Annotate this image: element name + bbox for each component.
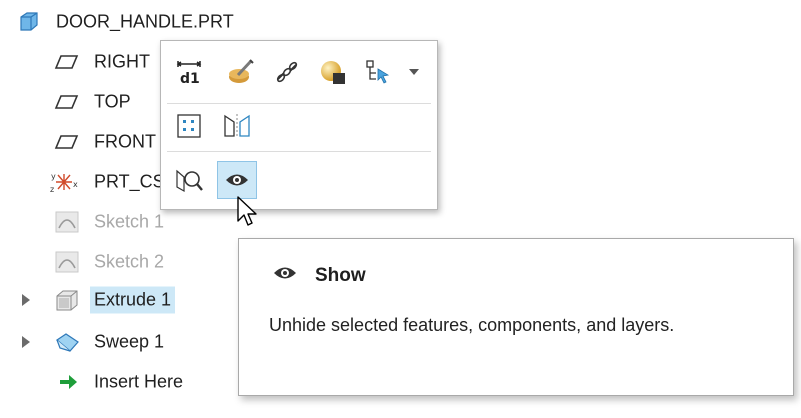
datum-plane-icon — [54, 130, 80, 154]
tooltip: Show Unhide selected features, component… — [238, 238, 794, 396]
zoom-to-selected-button[interactable] — [169, 161, 209, 199]
tree-item-label: Extrude 1 — [90, 286, 176, 314]
datum-plane-icon — [54, 90, 80, 114]
coordinate-system-icon: y z x — [50, 170, 78, 194]
mirror-icon — [224, 114, 250, 138]
expand-arrow-icon[interactable] — [22, 336, 30, 348]
sketch-icon — [54, 210, 80, 234]
tree-item-label: Sketch 2 — [94, 251, 165, 272]
select-tree-icon — [366, 60, 390, 84]
edit-definition-button[interactable] — [221, 53, 261, 91]
sketch-icon — [54, 250, 80, 274]
edit-dimensions-button[interactable]: d1 — [169, 53, 209, 91]
appearance-icon — [321, 61, 345, 84]
zoom-to-selected-icon — [176, 169, 203, 193]
extrude-icon — [54, 288, 80, 312]
svg-text:x: x — [73, 180, 78, 189]
toolbar-divider — [167, 103, 431, 104]
insert-arrow-icon — [56, 370, 82, 394]
tree-item-label: Sweep 1 — [94, 331, 165, 352]
mirror-button[interactable] — [217, 107, 257, 145]
mini-toolbar-popup: d1 — [160, 40, 438, 210]
svg-text:z: z — [50, 185, 54, 194]
edit-definition-icon — [229, 59, 254, 83]
show-icon — [273, 265, 297, 286]
expand-arrow-icon[interactable] — [22, 294, 30, 306]
part-icon — [16, 10, 42, 34]
sweep-icon — [54, 330, 80, 354]
tree-item-label: PRT_CS — [94, 171, 165, 192]
tree-item-label: RIGHT — [94, 51, 150, 72]
mouse-pointer-icon — [236, 195, 258, 234]
datum-plane-icon — [54, 50, 80, 74]
toolbar-dropdown-button[interactable] — [401, 53, 427, 91]
tree-root[interactable]: DOOR_HANDLE.PRT — [0, 4, 300, 40]
edit-dimensions-icon: d1 — [176, 61, 202, 87]
tooltip-title: Show — [315, 265, 366, 286]
svg-text:y: y — [51, 172, 56, 181]
edit-references-button[interactable] — [267, 53, 307, 91]
show-button[interactable] — [217, 161, 257, 199]
tree-item-label: TOP — [94, 91, 131, 112]
tree-root-label: DOOR_HANDLE.PRT — [56, 11, 234, 32]
tree-item-label: Insert Here — [94, 371, 184, 392]
toolbar-divider — [167, 151, 431, 152]
select-tree-button[interactable] — [359, 53, 399, 91]
show-icon — [226, 174, 248, 186]
edit-references-icon — [276, 61, 298, 83]
tooltip-description: Unhide selected features, components, an… — [269, 315, 675, 335]
svg-text:d1: d1 — [180, 71, 200, 87]
dropdown-arrow-icon — [409, 69, 419, 75]
pattern-icon — [177, 114, 201, 138]
tree-item-label: Sketch 1 — [94, 211, 165, 232]
tree-item-label: FRONT — [94, 131, 156, 152]
pattern-button[interactable] — [169, 107, 209, 145]
appearance-button[interactable] — [313, 53, 353, 91]
